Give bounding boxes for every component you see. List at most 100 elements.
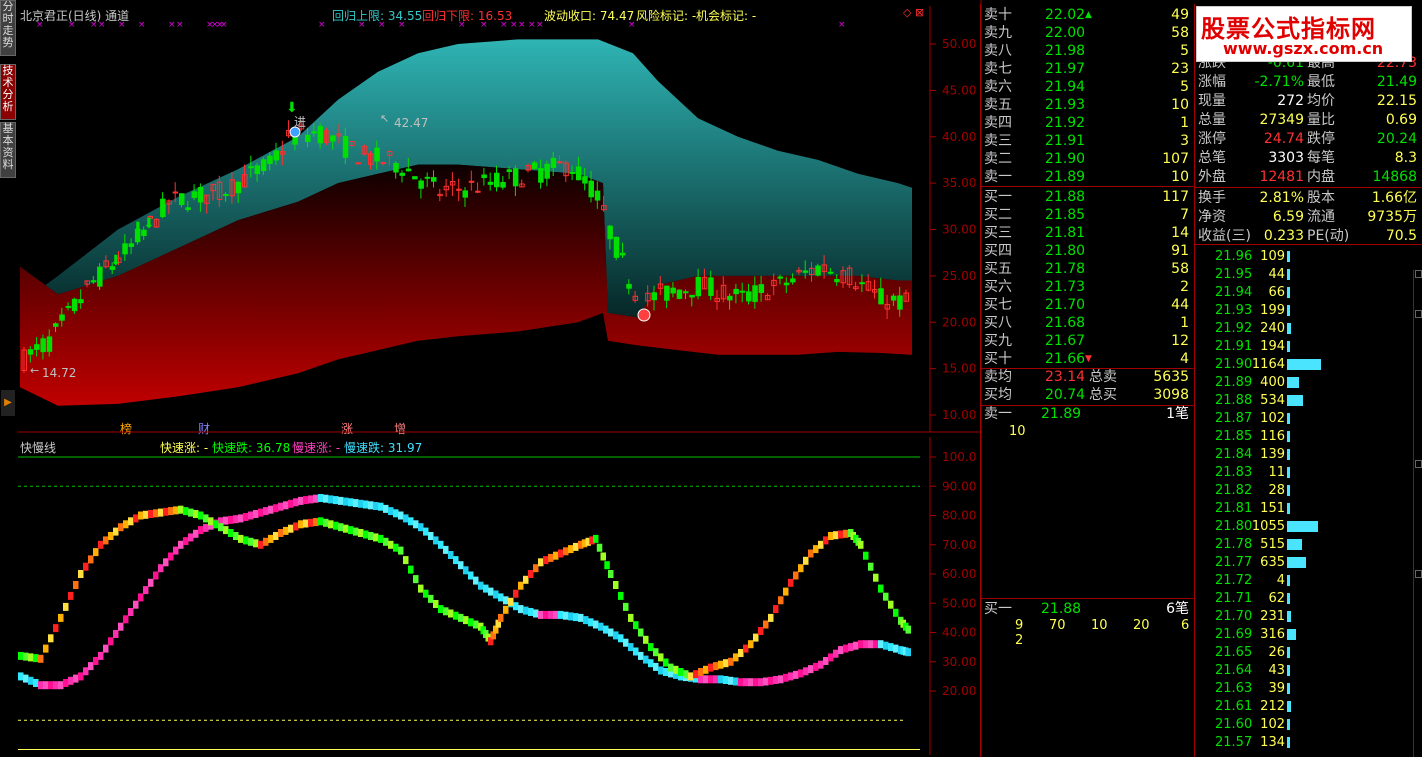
tab-fundamentals[interactable]: 基本资料 [0, 122, 16, 178]
fast-line-segment [753, 633, 759, 642]
y-tick-label: 90.00 [942, 479, 976, 493]
tick-list-scrollbar[interactable] [1413, 270, 1422, 757]
risk-x-marker: × [90, 20, 98, 30]
candle-body [235, 181, 242, 194]
tick-volume-bar [1287, 287, 1290, 298]
buy-level-row[interactable]: 买九 21.67 12 [981, 332, 1193, 351]
sell-level-row[interactable]: 卖三 21.91 3 [981, 132, 1193, 151]
sell-level-row[interactable]: 卖九 22.00 58 [981, 24, 1193, 43]
slow-line-segment [78, 672, 84, 681]
buy-level-row[interactable]: 买五 21.78 58 [981, 260, 1193, 279]
risk-x-marker: × [358, 20, 366, 30]
sell-level-row[interactable]: 卖七 21.97 23 [981, 60, 1193, 79]
tab-intraday[interactable]: 分时走势 [0, 0, 16, 56]
candle-body [582, 176, 588, 184]
slow-line-segment [893, 644, 899, 653]
sell-level-row[interactable]: 卖一 21.89 10 [981, 168, 1193, 187]
fast-line-segment [273, 532, 279, 540]
level-label: 卖六 [984, 79, 1012, 95]
candle-body [248, 166, 254, 169]
candle-body [758, 284, 765, 293]
fast-line-segment [733, 653, 739, 662]
fast-line-segment [888, 600, 894, 609]
buy-level-row[interactable]: 买六 21.73 2 [981, 278, 1193, 297]
sell-level-row[interactable]: 卖二 21.90 107 [981, 150, 1193, 169]
level-volume: 23 [1171, 61, 1189, 77]
fast-line-segment [498, 613, 504, 622]
fast-line-segment [543, 556, 549, 565]
fast-line-segment [905, 625, 911, 634]
buy-level-row[interactable]: 买十 21.66 4 ▼ [981, 350, 1193, 369]
fast-line-segment [663, 658, 669, 667]
buy-level-row[interactable]: 买三 21.81 14 [981, 224, 1193, 243]
tick-row: 21.89 400 [1215, 374, 1299, 392]
sell-level-row[interactable]: 卖六 21.94 5 [981, 78, 1193, 97]
sell-level-row[interactable]: 卖五 21.93 10 [981, 96, 1193, 115]
sell-level-row[interactable]: 卖十 22.02 49 ▲ [981, 6, 1193, 25]
slow-line-segment [263, 507, 269, 516]
level-volume: 5 [1180, 79, 1189, 95]
slow-line-segment [138, 593, 144, 602]
tick-volume-bar [1287, 305, 1290, 316]
slow-line-segment [503, 596, 509, 605]
fast-line-segment [323, 518, 329, 527]
candle-body [827, 271, 834, 274]
tick-row: 21.87 102 [1215, 410, 1290, 428]
fast-line-segment [658, 653, 664, 662]
collapse-arrow-icon[interactable]: ▶ [1, 390, 15, 416]
slow-line-segment [868, 640, 874, 649]
buy-level-row[interactable]: 买四 21.80 91 [981, 242, 1193, 261]
y-tick-label: 70.00 [942, 538, 976, 552]
level-price: 22.00 [1045, 25, 1086, 41]
slow-line-segment [153, 571, 159, 580]
slow-line-segment [98, 651, 104, 660]
risk-x-marker: × [500, 20, 508, 30]
tick-volume-bar [1287, 575, 1290, 586]
risk-x-marker: × [378, 20, 386, 30]
tick-row: 21.81 151 [1215, 500, 1290, 518]
candle-body [468, 180, 475, 183]
buy-level-row[interactable]: 买二 21.85 7 [981, 206, 1193, 225]
fast-line-segment [418, 584, 424, 593]
sell-queue-orders: 10 [1009, 424, 1026, 439]
slow-line-segment [43, 681, 49, 690]
candle-body [97, 266, 103, 287]
slow-line-segment [228, 515, 234, 524]
sell-level-row[interactable]: 卖八 21.98 5 [981, 42, 1193, 61]
tick-volume-bar [1287, 467, 1290, 478]
fast-line-segment [253, 539, 259, 548]
level-label: 买五 [984, 261, 1012, 277]
fast-line-segment [893, 608, 899, 617]
fast-line-segment [263, 537, 269, 546]
y-tick-label: 20.00 [942, 315, 976, 329]
candle-body [802, 270, 809, 273]
tab-technical-analysis[interactable]: 技术分析 [0, 64, 16, 120]
slow-line-segment [518, 605, 524, 614]
fast-line-segment [873, 573, 879, 582]
fast-line-segment [793, 571, 799, 580]
level-volume: 44 [1171, 297, 1189, 313]
candle-body [746, 291, 752, 302]
buy-level-row[interactable]: 买一 21.88 117 [981, 188, 1193, 207]
sell-level-row[interactable]: 卖四 21.92 1 [981, 114, 1193, 133]
candle-body [342, 136, 349, 158]
tick-volume-bar [1287, 341, 1290, 352]
level-volume: 10 [1171, 169, 1189, 185]
buy-level-row[interactable]: 买七 21.70 44 [981, 296, 1193, 315]
low-pointer: ← [30, 364, 39, 377]
fast-slow-line-chart[interactable]: 100.0 90.00 80.00 70.00 60.00 50.00 40.00 30.00… [18, 437, 982, 757]
tick-row: 21.80 1055 [1215, 518, 1318, 536]
price-chart[interactable]: 50.00 45.00 40.00 35.00 30.00 25.00 20.00 15.00… [18, 0, 982, 437]
slow-line-segment [753, 678, 759, 687]
slow-line-segment [363, 500, 369, 509]
buy-level-row[interactable]: 买八 21.68 1 [981, 314, 1193, 333]
slow-line-segment [463, 566, 469, 575]
fast-line-segment [68, 591, 74, 600]
level-volume: 58 [1171, 261, 1189, 277]
fast-line-segment [678, 668, 684, 676]
candle-body [462, 190, 468, 198]
level-price: 21.93 [1045, 97, 1086, 113]
candle-body [670, 287, 676, 294]
buy-arrow-icon: ⬇ [110, 253, 122, 269]
down-arrow-icon: ▼ [1085, 354, 1092, 364]
